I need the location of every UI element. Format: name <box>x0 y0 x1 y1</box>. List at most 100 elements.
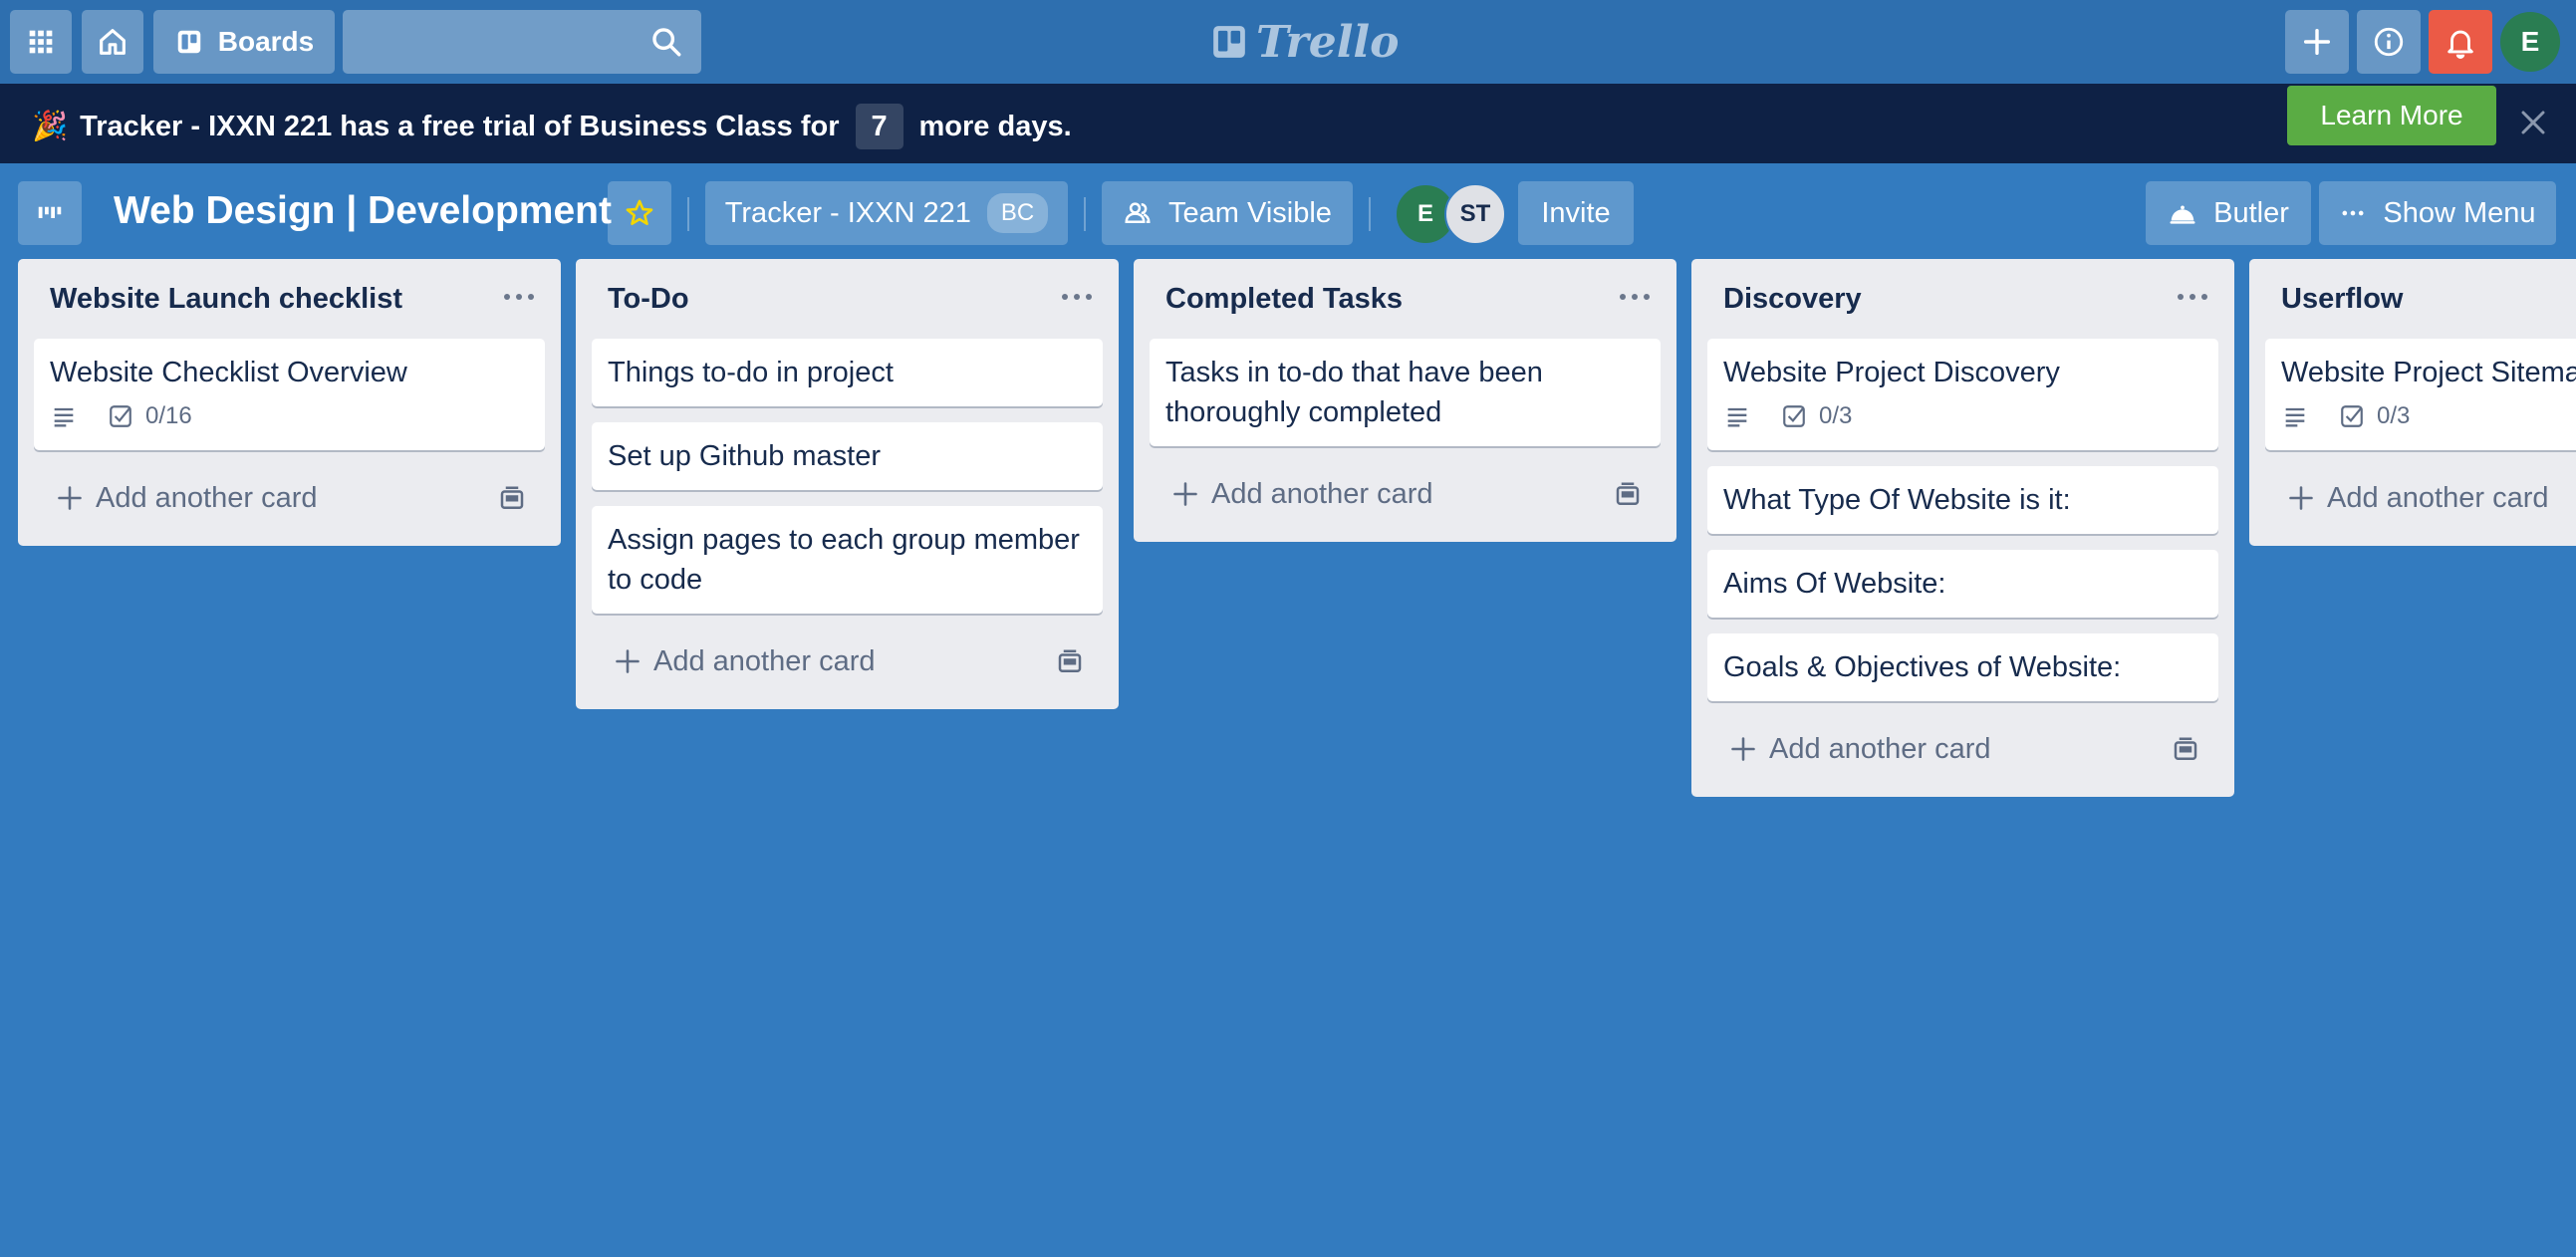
card[interactable]: Tasks in to-do that have been thoroughly… <box>1150 339 1661 446</box>
checklist-count: 0/3 <box>2377 402 2411 429</box>
add-card-label: Add another card <box>2327 481 2549 514</box>
card-title: Aims Of Website: <box>1723 568 1946 600</box>
butler-bell-icon <box>2170 205 2195 224</box>
add-card-button[interactable]: Add another card <box>34 466 545 530</box>
banner-text-after: more days. <box>918 110 1072 142</box>
butler-label: Butler <box>2213 196 2289 229</box>
show-menu-button[interactable]: Show Menu <box>2319 181 2556 245</box>
card-badges: 0/3 <box>2281 396 2576 436</box>
visibility-button[interactable]: Team Visible <box>1102 181 1353 245</box>
more-icon[interactable] <box>2175 287 2210 307</box>
user-avatar[interactable]: E <box>2500 12 2560 72</box>
boards-button[interactable]: Boards <box>153 10 335 74</box>
star-board-button[interactable] <box>608 181 671 245</box>
list-title[interactable]: Completed Tasks <box>1165 283 1403 316</box>
plus-icon <box>1173 482 1197 506</box>
more-icon[interactable] <box>1059 287 1095 307</box>
bell-icon <box>2447 30 2473 59</box>
plus-icon <box>2303 28 2331 56</box>
card-title: Website Project Discovery <box>1723 357 2060 388</box>
card-template-icon[interactable] <box>497 484 527 514</box>
list-title[interactable]: Discovery <box>1723 283 1862 316</box>
days-remaining-badge: 7 <box>855 104 903 149</box>
card[interactable]: Things to-do in project <box>592 339 1103 406</box>
apps-switcher-button[interactable] <box>10 10 72 74</box>
add-card-label: Add another card <box>96 481 318 514</box>
add-card-button[interactable]: Add another card <box>1707 717 2218 781</box>
card[interactable]: Goals & Objectives of Website: <box>1707 633 2218 701</box>
card-title: Goals & Objectives of Website: <box>1723 651 2122 683</box>
trello-logo[interactable]: Trello <box>1210 14 1400 70</box>
list-header: Discovery <box>1691 259 2234 339</box>
list-website-launch-checklist[interactable]: Website Launch checklist Website Checkli… <box>18 259 561 546</box>
card[interactable]: What Type Of Website is it: <box>1707 466 2218 534</box>
learn-more-button[interactable]: Learn More <box>2287 86 2496 145</box>
board-title[interactable]: Web Design | Development <box>114 189 612 233</box>
description-icon <box>1727 407 1747 427</box>
butler-button[interactable]: Butler <box>2146 181 2311 245</box>
checklist-badge: 0/3 <box>2339 396 2410 436</box>
card[interactable]: Assign pages to each group member to cod… <box>592 506 1103 614</box>
team-visible-icon <box>1125 202 1151 223</box>
card[interactable]: Website Project Sitemap 0/3 <box>2265 339 2576 450</box>
trial-banner: 🎉 Tracker - IXXN 221 has a free trial of… <box>0 84 2576 163</box>
invite-button[interactable]: Invite <box>1518 181 1634 245</box>
home-button[interactable] <box>82 10 143 74</box>
board-menu-toggle-button[interactable] <box>18 181 82 245</box>
invite-label: Invite <box>1541 196 1611 229</box>
list-header: Userflow <box>2249 259 2576 339</box>
checklist-badge: 0/16 <box>108 396 192 436</box>
add-card-button[interactable]: Add another card <box>592 629 1103 693</box>
business-class-badge: BC <box>986 193 1049 233</box>
close-icon[interactable] <box>2518 108 2548 137</box>
search-input[interactable] <box>343 10 701 74</box>
list-completed-tasks[interactable]: Completed Tasks Tasks in to-do that have… <box>1134 259 1676 542</box>
show-menu-label: Show Menu <box>2383 196 2536 229</box>
team-button[interactable]: Tracker - IXXN 221 BC <box>705 181 1068 245</box>
list-to-do[interactable]: To-Do Things to-do in project Set up Git… <box>576 259 1119 709</box>
checkbox-icon <box>1783 405 1805 427</box>
list-title[interactable]: Userflow <box>2281 283 2403 316</box>
card-title: Website Checklist Overview <box>50 357 407 388</box>
more-icon <box>2342 210 2364 216</box>
party-icon: 🎉 <box>32 111 69 142</box>
top-navigation-bar: Boards Trello E <box>0 0 2576 84</box>
notifications-button[interactable] <box>2429 10 2492 74</box>
more-icon[interactable] <box>501 287 537 307</box>
list-title[interactable]: To-Do <box>608 283 689 316</box>
create-button[interactable] <box>2285 10 2349 74</box>
information-button[interactable] <box>2357 10 2421 74</box>
member-avatar[interactable]: ST <box>1444 183 1506 245</box>
team-name: Tracker - IXXN 221 <box>724 196 971 229</box>
trello-logo-icon <box>1213 26 1245 58</box>
list-discovery[interactable]: Discovery Website Project Discovery 0/3 … <box>1691 259 2234 797</box>
card-badges: 0/3 <box>1723 396 2202 436</box>
member-avatar-initial: E <box>1417 200 1433 227</box>
list-userflow[interactable]: Userflow Website Project Sitemap 0/3 Add… <box>2249 259 2576 546</box>
list-title[interactable]: Website Launch checklist <box>50 283 402 316</box>
checklist-count: 0/16 <box>145 402 192 429</box>
card-template-icon[interactable] <box>1055 647 1085 677</box>
info-icon <box>2374 27 2404 57</box>
card-title: Assign pages to each group member to cod… <box>608 524 1080 596</box>
card[interactable]: Set up Github master <box>592 422 1103 490</box>
add-card-button[interactable]: Add another card <box>1150 462 1661 526</box>
card[interactable]: Website Checklist Overview 0/16 <box>34 339 545 450</box>
card[interactable]: Website Project Discovery 0/3 <box>1707 339 2218 450</box>
card-title: Set up Github master <box>608 440 882 472</box>
plus-icon <box>1731 737 1755 761</box>
description-icon <box>2285 407 2305 427</box>
member-avatar-initial: ST <box>1459 200 1491 227</box>
card-template-icon[interactable] <box>1613 480 1643 510</box>
board-icon <box>177 30 201 54</box>
card[interactable]: Aims Of Website: <box>1707 550 2218 618</box>
card-template-icon[interactable] <box>2171 735 2200 765</box>
more-icon[interactable] <box>1617 287 1653 307</box>
description-icon <box>54 407 74 427</box>
checkbox-icon <box>110 405 131 427</box>
checklist-count: 0/3 <box>1819 402 1853 429</box>
search-icon <box>652 28 681 57</box>
visibility-label: Team Visible <box>1168 196 1332 229</box>
add-card-button[interactable]: Add another card <box>2265 466 2576 530</box>
banner-message: 🎉 Tracker - IXXN 221 has a free trial of… <box>32 104 1072 149</box>
